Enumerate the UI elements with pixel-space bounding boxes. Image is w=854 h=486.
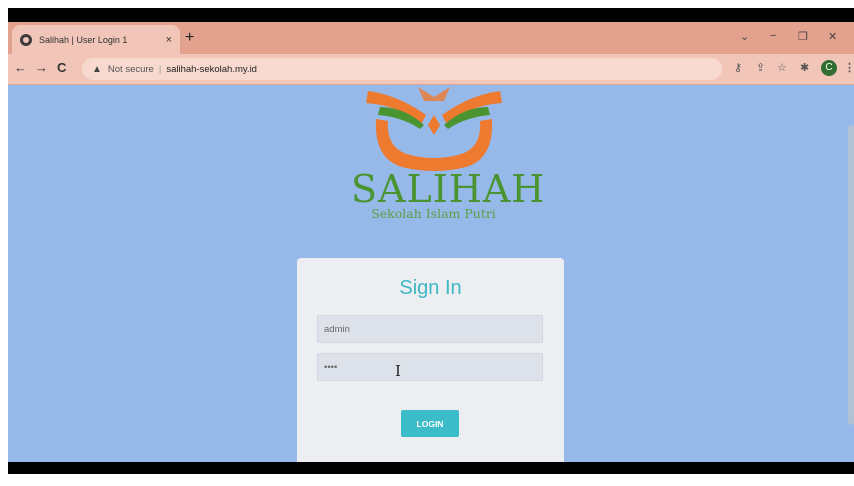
warning-triangle-icon[interactable]: ▲ (92, 64, 102, 75)
tab-close-icon[interactable]: × (166, 34, 172, 46)
sign-in-heading: Sign In (399, 277, 462, 299)
extensions-puzzle-icon[interactable]: ✱ (800, 61, 809, 75)
profile-avatar[interactable]: C (821, 60, 837, 76)
address-bar[interactable]: ▲ Not secure | salihah-sekolah.my.id (82, 58, 722, 80)
not-secure-label[interactable]: Not secure (108, 64, 154, 75)
brand-tagline: Sekolah Islam Putri (371, 206, 496, 221)
password-input[interactable] (317, 353, 543, 381)
username-input[interactable] (317, 315, 543, 343)
minimize-button[interactable]: − (770, 30, 776, 42)
url-text[interactable]: salihah-sekolah.my.id (166, 64, 257, 75)
close-window-button[interactable]: ✕ (828, 30, 837, 43)
new-tab-button[interactable]: + (185, 30, 194, 46)
password-key-icon[interactable]: ⚷ (734, 61, 742, 75)
reload-button[interactable]: C (57, 60, 66, 76)
login-card: Sign In I LOGIN (297, 258, 564, 474)
video-letterbox-bottom (8, 462, 854, 474)
browser-tab[interactable]: Salihah | User Login 1 × (12, 25, 180, 54)
tab-title: Salihah | User Login 1 (39, 34, 128, 45)
forward-button[interactable]: → (35, 60, 48, 76)
brand-name: SALIHAH (351, 167, 546, 211)
browser-menu-icon[interactable]: ⋮ (844, 61, 854, 75)
page-viewport: SALIHAH Sekolah Islam Putri Sign In I LO… (8, 85, 854, 474)
bookmark-star-icon[interactable]: ☆ (777, 61, 787, 75)
browser-tab-strip: Salihah | User Login 1 × + ⌄ − ❐ ✕ (8, 22, 854, 54)
back-button[interactable]: ← (14, 60, 27, 76)
text-cursor-icon: I (395, 362, 401, 380)
screen-frame: Salihah | User Login 1 × + ⌄ − ❐ ✕ ← → C… (8, 8, 854, 474)
address-separator: | (158, 63, 162, 75)
video-letterbox-top (8, 8, 854, 22)
restore-button[interactable]: ❐ (798, 30, 808, 43)
page-scrollbar[interactable] (848, 125, 854, 425)
tab-search-icon[interactable]: ⌄ (740, 30, 749, 43)
share-icon[interactable]: ⇪ (756, 61, 765, 75)
site-favicon-icon (20, 33, 32, 46)
login-button[interactable]: LOGIN (401, 410, 459, 437)
